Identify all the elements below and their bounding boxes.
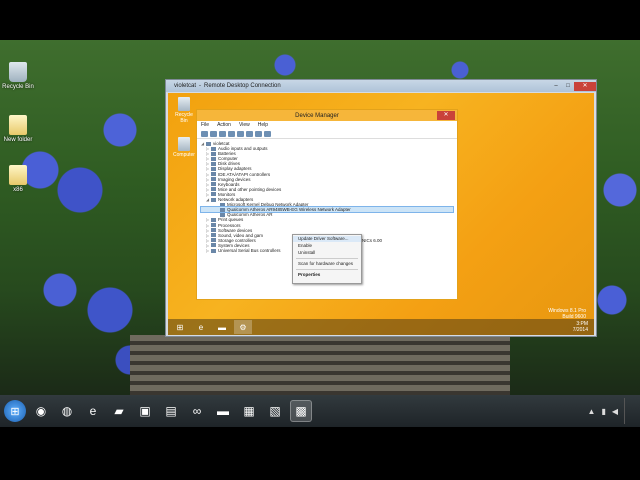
properties-icon[interactable] bbox=[219, 130, 226, 137]
desktop-icon-new-folder[interactable]: New folder bbox=[0, 115, 38, 143]
device-icon bbox=[206, 141, 211, 146]
context-menu[interactable]: Update Driver Software... Enable Uninstall… bbox=[292, 234, 362, 284]
help-icon[interactable] bbox=[228, 130, 235, 137]
disable-icon[interactable] bbox=[255, 130, 262, 137]
taskbar-app9-button[interactable]: ▦ bbox=[238, 400, 260, 422]
remote-start-button[interactable]: ⊞ bbox=[171, 320, 189, 334]
show-desktop-button[interactable] bbox=[624, 398, 632, 424]
driver-version-fragment: NICs 6.00 bbox=[362, 238, 383, 243]
taskbar-app6-button[interactable]: ▤ bbox=[160, 400, 182, 422]
taskbar-explorer-button[interactable]: ▬ bbox=[212, 400, 234, 422]
folder-icon bbox=[9, 115, 27, 135]
remote-explorer-button[interactable]: ▬ bbox=[213, 320, 231, 334]
uninstall-icon[interactable] bbox=[264, 130, 271, 137]
recycle-bin-icon bbox=[178, 97, 190, 111]
remote-clock[interactable]: 3:PM 7/2014 bbox=[573, 321, 588, 333]
rdp-title-separator: - bbox=[199, 83, 202, 89]
tray-arrow-icon[interactable]: ▲ bbox=[588, 407, 596, 416]
device-icon bbox=[211, 182, 216, 187]
context-menu-item[interactable]: Enable bbox=[293, 243, 361, 249]
device-icon bbox=[211, 223, 216, 228]
device-icon bbox=[211, 187, 216, 192]
update-driver-icon[interactable] bbox=[246, 130, 253, 137]
maximize-button[interactable]: □ bbox=[562, 82, 574, 91]
rdp-host-label: violetcat bbox=[174, 83, 197, 89]
device-icon bbox=[211, 146, 216, 151]
toolbar bbox=[197, 129, 457, 139]
menu-separator bbox=[296, 258, 358, 259]
minimize-button[interactable]: – bbox=[550, 82, 562, 91]
letterbox-top bbox=[0, 0, 640, 40]
rdp-titlebar[interactable]: violetcat - Remote Desktop Connection – … bbox=[166, 80, 596, 92]
device-icon bbox=[211, 151, 216, 156]
device-icon bbox=[211, 243, 216, 248]
remote-taskbar: ⊞ e ▬ ⚙ 3:PM 7/2014 bbox=[168, 319, 594, 335]
computer-icon bbox=[178, 137, 190, 151]
forward-icon[interactable] bbox=[210, 130, 217, 137]
folder-icon bbox=[9, 165, 27, 185]
device-icon bbox=[220, 207, 225, 212]
taskbar-app10-button[interactable]: ▧ bbox=[264, 400, 286, 422]
device-manager-close-button[interactable]: ✕ bbox=[437, 111, 455, 120]
device-icon bbox=[211, 167, 216, 172]
menu-help[interactable]: Help bbox=[258, 122, 268, 128]
close-button[interactable]: ✕ bbox=[574, 81, 596, 91]
remote-desktop-window[interactable]: violetcat - Remote Desktop Connection – … bbox=[165, 79, 597, 337]
taskbar-remote-desktop-button[interactable]: ▩ bbox=[290, 400, 312, 422]
taskbar-app7-button[interactable]: ∞ bbox=[186, 400, 208, 422]
remote-device-manager-button[interactable]: ⚙ bbox=[234, 320, 252, 334]
device-icon bbox=[220, 212, 225, 217]
menu-bar: File Action View Help bbox=[197, 121, 457, 129]
volume-icon[interactable]: ◀ bbox=[612, 407, 618, 416]
desktop-icon-x86[interactable]: x86 bbox=[0, 165, 38, 193]
device-icon bbox=[211, 192, 216, 197]
device-icon bbox=[211, 238, 216, 243]
device-icon bbox=[211, 228, 216, 233]
wallpaper-stairs bbox=[130, 335, 510, 395]
device-manager-title: Device Manager bbox=[295, 112, 339, 119]
device-manager-titlebar[interactable]: Device Manager ✕ bbox=[197, 110, 457, 121]
host-taskbar: ⊞ ◉ ◍ e ▰ ▣ ▤ ∞ ▬ ▦ ▧ ▩ ▲ ▮ ◀ bbox=[0, 395, 640, 427]
menu-separator bbox=[296, 269, 358, 270]
scan-icon[interactable] bbox=[237, 130, 244, 137]
recycle-bin-icon bbox=[9, 62, 27, 82]
menu-action[interactable]: Action bbox=[217, 122, 231, 128]
device-icon bbox=[211, 161, 216, 166]
device-icon bbox=[211, 172, 216, 177]
device-icon bbox=[211, 197, 216, 202]
taskbar-app4-button[interactable]: ▰ bbox=[108, 400, 130, 422]
taskbar-chrome-button[interactable]: ◉ bbox=[30, 400, 52, 422]
context-menu-item[interactable]: Scan for hardware changes bbox=[293, 261, 361, 267]
network-icon[interactable]: ▮ bbox=[601, 407, 605, 416]
windows-logo-icon: ⊞ bbox=[10, 405, 20, 418]
menu-view[interactable]: View bbox=[239, 122, 250, 128]
device-manager-window[interactable]: Device Manager ✕ File Action View Help ◢… bbox=[196, 109, 458, 300]
back-icon[interactable] bbox=[201, 130, 208, 137]
remote-desktop-surface[interactable]: Recycle Bin Computer Device Manager ✕ Fi… bbox=[168, 93, 594, 335]
device-icon bbox=[220, 202, 225, 207]
start-button[interactable]: ⊞ bbox=[4, 400, 26, 422]
device-icon bbox=[211, 177, 216, 182]
context-menu-item[interactable]: Properties bbox=[293, 272, 361, 278]
rdp-title: Remote Desktop Connection bbox=[204, 83, 281, 89]
device-icon bbox=[211, 217, 216, 222]
remote-icon-computer[interactable]: Computer bbox=[171, 137, 197, 158]
context-menu-item[interactable]: Update Driver Software... bbox=[293, 236, 361, 242]
context-menu-item[interactable]: Uninstall bbox=[293, 250, 361, 256]
taskbar-app5-button[interactable]: ▣ bbox=[134, 400, 156, 422]
device-icon bbox=[211, 248, 216, 253]
device-icon bbox=[211, 156, 216, 161]
remote-ie-button[interactable]: e bbox=[192, 320, 210, 334]
remote-icon-recycle-bin[interactable]: Recycle Bin bbox=[171, 97, 197, 124]
taskbar-firefox-button[interactable]: ◍ bbox=[56, 400, 78, 422]
letterbox-bottom bbox=[0, 427, 640, 480]
taskbar-ie-button[interactable]: e bbox=[82, 400, 104, 422]
taskbar-apps: ◉ ◍ e ▰ ▣ ▤ ∞ ▬ ▦ ▧ ▩ bbox=[26, 400, 312, 422]
device-tree-label: Universal Serial Bus controllers bbox=[218, 247, 281, 253]
system-tray: ▲ ▮ ◀ bbox=[582, 398, 632, 424]
desktop-icon-recycle-bin[interactable]: Recycle Bin bbox=[0, 62, 38, 90]
menu-file[interactable]: File bbox=[201, 122, 209, 128]
device-icon bbox=[211, 233, 216, 238]
